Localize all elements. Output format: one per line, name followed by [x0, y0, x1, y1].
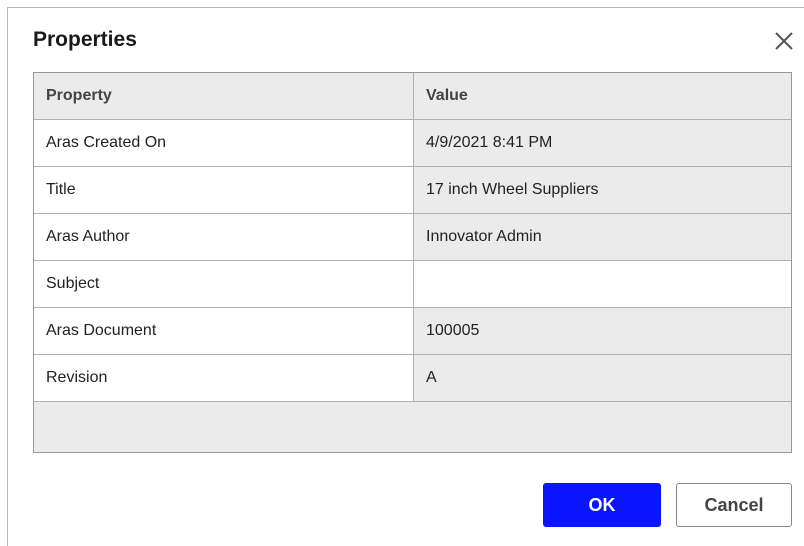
property-cell: Aras Author	[34, 214, 414, 260]
dialog-title: Properties	[33, 28, 137, 51]
value-cell: 17 inch Wheel Suppliers	[414, 167, 791, 213]
column-header-value[interactable]: Value	[414, 73, 791, 119]
table-row[interactable]: Aras Created On 4/9/2021 8:41 PM	[34, 120, 791, 167]
table-row[interactable]: Title 17 inch Wheel Suppliers	[34, 167, 791, 214]
value-cell: A	[414, 355, 791, 401]
properties-grid: Property Value Aras Created On 4/9/2021 …	[33, 72, 792, 453]
property-cell: Aras Created On	[34, 120, 414, 166]
table-row[interactable]: Revision A	[34, 355, 791, 402]
table-row[interactable]: Aras Author Innovator Admin	[34, 214, 791, 261]
grid-header-row: Property Value	[34, 73, 791, 120]
column-header-property[interactable]: Property	[34, 73, 414, 119]
properties-dialog: Properties Property Value Aras Created O…	[7, 7, 804, 546]
value-cell[interactable]	[414, 261, 791, 307]
value-cell: 100005	[414, 308, 791, 354]
table-row[interactable]: Subject	[34, 261, 791, 308]
property-cell: Title	[34, 167, 414, 213]
property-cell: Subject	[34, 261, 414, 307]
value-cell: Innovator Admin	[414, 214, 791, 260]
close-icon-glyph	[775, 32, 793, 50]
ok-button[interactable]: OK	[543, 483, 661, 527]
close-icon[interactable]	[773, 30, 795, 52]
cancel-button[interactable]: Cancel	[676, 483, 792, 527]
table-row[interactable]: Aras Document 100005	[34, 308, 791, 355]
property-cell: Aras Document	[34, 308, 414, 354]
property-cell: Revision	[34, 355, 414, 401]
value-cell: 4/9/2021 8:41 PM	[414, 120, 791, 166]
